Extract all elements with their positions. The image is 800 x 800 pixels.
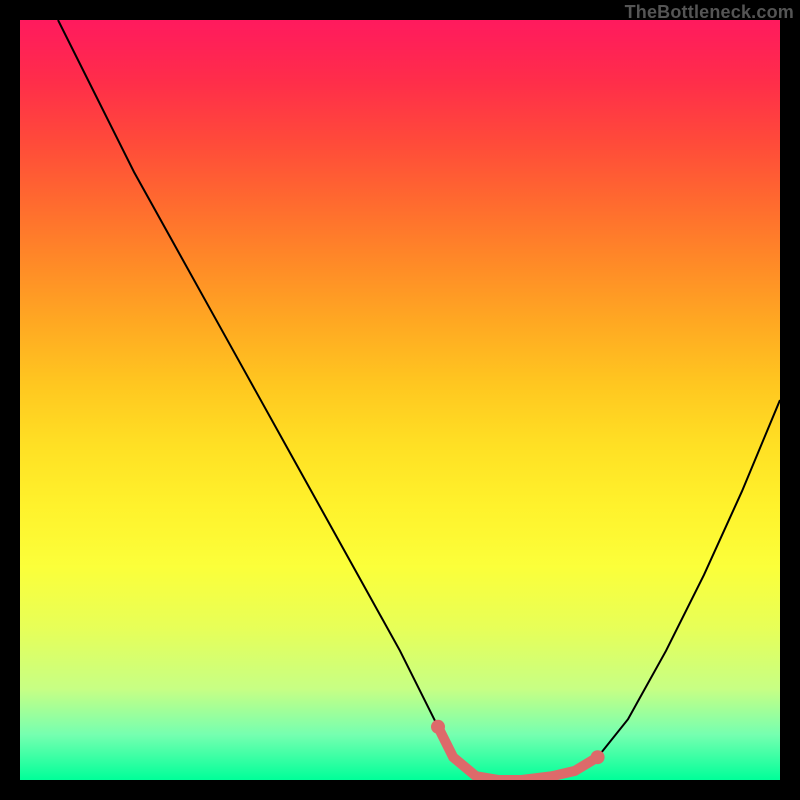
chart-plot-area [20, 20, 780, 780]
attribution-label: TheBottleneck.com [625, 2, 794, 23]
series-highlight [438, 727, 598, 780]
series-curve [58, 20, 780, 780]
chart-svg [20, 20, 780, 780]
highlight-point-start [431, 720, 445, 734]
highlight-point-end [591, 750, 605, 764]
